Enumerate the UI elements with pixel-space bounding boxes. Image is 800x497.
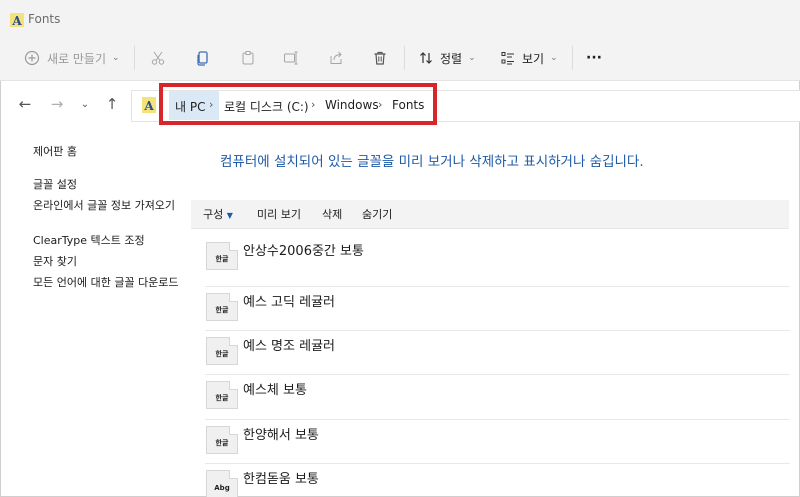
trash-icon — [374, 51, 386, 65]
font-settings-link[interactable]: 글꼴 설정 — [33, 177, 183, 192]
title-bar: A Fonts — [0, 0, 800, 36]
scissors-icon — [151, 51, 165, 65]
font-name: 예스체 보통 — [243, 383, 307, 398]
new-button[interactable]: 새로 만들기 ⌄ — [24, 36, 120, 80]
page-description: 컴퓨터에 설치되어 있는 글꼴을 미리 보거나 삭제하고 표시하거나 숨깁니다. — [220, 154, 644, 170]
rename-icon — [284, 51, 298, 65]
paste-button[interactable] — [240, 36, 256, 80]
font-file-icon: 한글 — [206, 337, 238, 365]
view-button-label: 보기 — [522, 51, 545, 66]
copy-button[interactable] — [195, 36, 211, 80]
font-file-icon: 한글 — [206, 293, 238, 321]
forward-arrow-icon[interactable]: → — [48, 94, 66, 114]
font-list: 한글 안상수2006중간 보통 한글 예스 고딕 레귤러 한글 예스 명조 레귤… — [205, 232, 790, 497]
delete-command[interactable]: 삭제 — [322, 206, 342, 222]
recent-locations-chevron-icon[interactable]: ⌄ — [76, 94, 94, 114]
sort-button-label: 정렬 — [440, 51, 463, 66]
font-name: 안상수2006중간 보통 — [243, 244, 364, 259]
font-item[interactable]: 한글 예스체 보통 — [205, 374, 790, 419]
sort-icon — [420, 52, 432, 64]
copy-icon — [197, 51, 208, 66]
fonts-folder-icon: A — [142, 97, 156, 113]
font-name: 예스 명조 레귤러 — [243, 339, 335, 354]
get-font-info-online-link[interactable]: 온라인에서 글꼴 정보 가져오기 — [33, 198, 183, 213]
view-button[interactable]: 보기 ⌄ — [500, 36, 558, 80]
organize-menu[interactable]: 구성 ▼ — [203, 206, 233, 222]
svg-text:A: A — [143, 99, 154, 113]
back-arrow-icon[interactable]: ← — [16, 94, 34, 114]
font-file-icon: 한글 — [206, 381, 238, 409]
more-options-button[interactable]: ··· — [586, 36, 602, 80]
toolbar-divider — [134, 46, 135, 70]
plus-circle-icon — [24, 50, 40, 66]
control-panel-home-link[interactable]: 제어판 홈 — [33, 144, 183, 159]
font-item[interactable]: 한글 예스 명조 레귤러 — [205, 330, 790, 375]
window-title: Fonts — [28, 12, 61, 26]
toolbar-divider — [404, 46, 405, 70]
preview-command[interactable]: 미리 보기 — [257, 206, 301, 222]
hide-command[interactable]: 숨기기 — [362, 206, 392, 222]
toolbar-divider — [572, 46, 573, 70]
find-character-link[interactable]: 문자 찾기 — [33, 254, 183, 269]
organize-label: 구성 — [203, 208, 224, 221]
font-file-icon: Abg — [206, 470, 238, 497]
font-item[interactable]: 한글 예스 고딕 레귤러 — [205, 286, 790, 331]
font-item[interactable]: Abg 한컴돋움 보통 — [205, 463, 790, 497]
share-icon — [330, 51, 342, 64]
fonts-app-icon: A — [10, 13, 24, 27]
font-file-icon: 한글 — [206, 242, 238, 270]
view-list-icon — [501, 52, 514, 65]
delete-button[interactable] — [372, 36, 388, 80]
share-button[interactable] — [328, 36, 344, 80]
command-toolbar: 새로 만들기 ⌄ 정렬 ⌄ 보기 ⌄ ··· — [0, 36, 800, 81]
triangle-down-icon: ▼ — [226, 211, 233, 220]
svg-text:A: A — [11, 14, 22, 27]
font-file-icon: 한글 — [206, 426, 238, 454]
rename-button[interactable] — [283, 36, 299, 80]
new-button-label: 새로 만들기 — [47, 51, 107, 66]
download-fonts-all-languages-link[interactable]: 모든 언어에 대한 글꼴 다운로드 — [33, 275, 183, 290]
up-arrow-icon[interactable]: ↑ — [103, 94, 121, 114]
font-item[interactable]: 한글 안상수2006중간 보통 — [205, 236, 790, 280]
red-highlight-box — [159, 83, 437, 125]
sort-button[interactable]: 정렬 ⌄ — [418, 36, 476, 80]
font-name: 한컴돋움 보통 — [243, 472, 319, 487]
adjust-cleartype-link[interactable]: ClearType 텍스트 조정 — [33, 233, 183, 248]
chevron-down-icon: ⌄ — [468, 53, 476, 63]
chevron-down-icon: ⌄ — [112, 53, 120, 63]
font-name: 한양해서 보통 — [243, 428, 319, 443]
font-name: 예스 고딕 레귤러 — [243, 295, 335, 310]
chevron-down-icon: ⌄ — [550, 53, 558, 63]
cut-button[interactable] — [150, 36, 166, 80]
font-item[interactable]: 한글 한양해서 보통 — [205, 419, 790, 464]
clipboard-icon — [242, 51, 254, 65]
